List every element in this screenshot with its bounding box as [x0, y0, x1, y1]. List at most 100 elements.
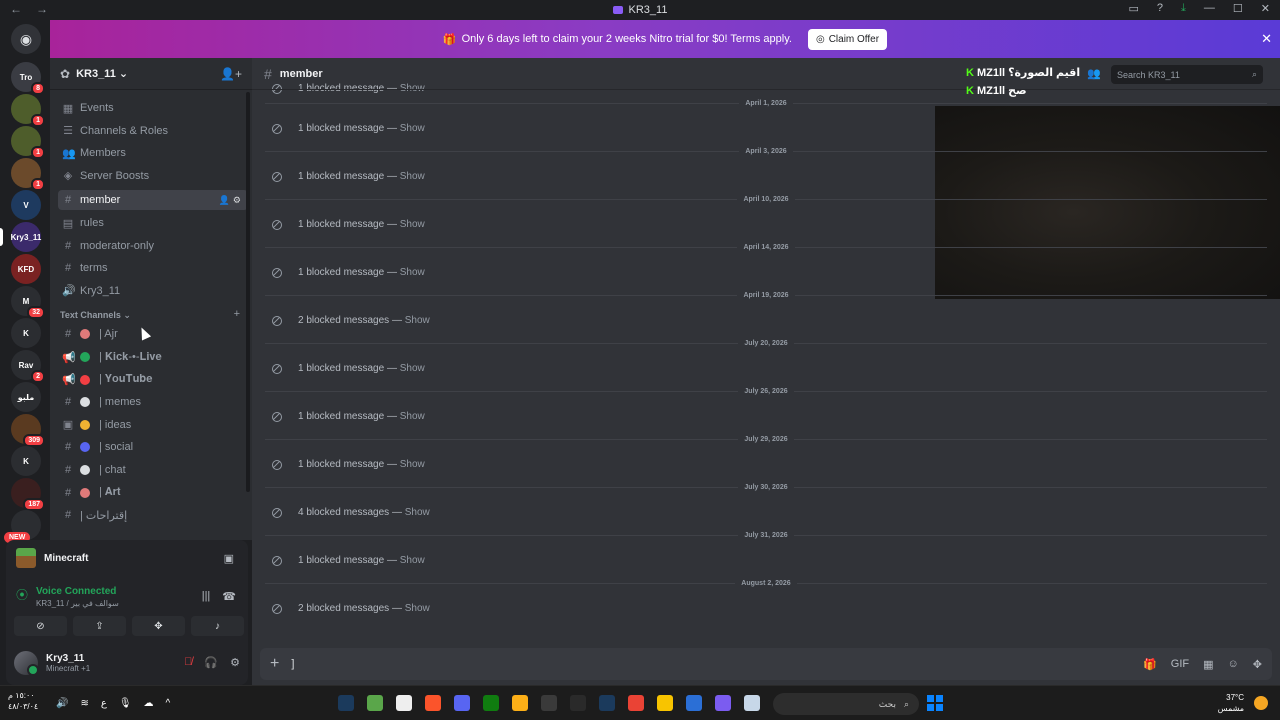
apps-icon[interactable]: ✥	[1253, 658, 1262, 671]
weather-widget[interactable]: 37°C مشمس	[1218, 692, 1244, 714]
wifi-icon[interactable]: ≋	[80, 698, 88, 709]
camera-off-button[interactable]: ⊘	[14, 616, 67, 636]
show-blocked-link[interactable]: Show	[400, 411, 425, 422]
show-blocked-link[interactable]: Show	[405, 507, 430, 518]
gift-icon[interactable]: 🎁	[1143, 658, 1157, 671]
steam-icon[interactable]	[599, 695, 615, 711]
message-input[interactable]: ]	[291, 658, 294, 670]
show-blocked-link[interactable]: Show	[400, 171, 425, 182]
show-blocked-link[interactable]: Show	[405, 603, 430, 614]
maximize-icon[interactable]: ☐	[1233, 2, 1243, 15]
server-icon[interactable]: 1	[11, 158, 45, 191]
show-blocked-link[interactable]: Show	[400, 459, 425, 470]
show-blocked-link[interactable]: Show	[400, 267, 425, 278]
capcut-icon[interactable]	[396, 695, 412, 711]
server-icon[interactable]: V	[11, 190, 41, 220]
file-explorer-icon[interactable]	[657, 695, 673, 711]
language-indicator[interactable]: ع	[101, 698, 107, 709]
server-header[interactable]: ✿ KR3_11 ⌄ 👤+	[50, 58, 252, 90]
server-icon[interactable]: NEW	[4, 510, 41, 543]
claim-offer-button[interactable]: ◎ Claim Offer	[807, 28, 888, 50]
server-icon[interactable]: Kry3_11	[11, 222, 41, 252]
channel-item[interactable]: 📢 | 𝐊𝐢𝐜𝐤-•-𝐋𝐢𝐯𝐞	[58, 347, 248, 367]
server-icon[interactable]: KFD	[11, 254, 41, 284]
avatar[interactable]	[14, 650, 39, 676]
noise-suppression-icon[interactable]: |||	[202, 590, 211, 603]
server-icon[interactable]: Tro 8	[11, 62, 45, 95]
member-list-icon[interactable]: 👥	[1087, 67, 1101, 80]
headphones-icon[interactable]: 🎧	[204, 656, 218, 669]
disconnect-icon[interactable]: ☎	[222, 590, 236, 603]
stream-icon[interactable]: ▣	[224, 552, 234, 565]
rockstar-icon[interactable]	[512, 695, 528, 711]
server-icon[interactable]: Rav 2	[11, 350, 45, 383]
xbox-icon[interactable]	[483, 695, 499, 711]
message-composer[interactable]: + ] 🎁 GIF ▦ ☺ ✥	[260, 648, 1272, 680]
server-icon[interactable]: M 32	[11, 286, 45, 319]
mic-icon[interactable]: 🎙	[119, 698, 132, 709]
back-arrow-icon[interactable]: ←	[10, 2, 22, 16]
epic-games-icon[interactable]	[570, 695, 586, 711]
tray-chevron-icon[interactable]: ^	[166, 698, 171, 709]
close-icon[interactable]: ✕	[1261, 2, 1270, 15]
show-blocked-link[interactable]: Show	[400, 219, 425, 230]
channel-item[interactable]: # | إقتراحات	[58, 505, 248, 525]
help-icon[interactable]: ?	[1157, 2, 1163, 15]
cloud-icon[interactable]: ☁	[144, 698, 154, 709]
volume-icon[interactable]: 🔊	[56, 698, 68, 709]
channel-item[interactable]: # member 👤⚙	[58, 190, 248, 211]
obs-icon[interactable]	[541, 695, 557, 711]
channel-item[interactable]: # | social	[58, 437, 248, 457]
server-menu-item[interactable]: ☰ Channels & Roles	[58, 121, 248, 141]
steam-icon[interactable]	[338, 695, 354, 711]
attach-plus-icon[interactable]: +	[270, 655, 279, 673]
brave-icon[interactable]	[425, 695, 441, 711]
settings-gear-icon[interactable]: ⚙	[230, 656, 240, 669]
channel-item[interactable]: # moderator-only	[58, 236, 248, 256]
channel-item[interactable]: # | memes	[58, 392, 248, 412]
category-text-channels[interactable]: Text Channels ⌄	[60, 310, 131, 321]
windows-start-icon[interactable]	[927, 695, 943, 711]
server-icon[interactable]: ملبو	[11, 382, 41, 412]
taskbar-search[interactable]: بحث ⌕	[773, 693, 919, 715]
download-icon[interactable]: ⤓	[1181, 2, 1186, 15]
search-input[interactable]: Search KR3_11 ⌕	[1111, 65, 1263, 84]
emoji-icon[interactable]: ☺	[1228, 658, 1239, 671]
server-menu-item[interactable]: 👥 Members	[58, 143, 248, 163]
server-icon[interactable]: 1	[11, 94, 45, 127]
copilot-icon[interactable]	[715, 695, 731, 711]
show-blocked-link[interactable]: Show	[400, 123, 425, 134]
show-blocked-link[interactable]: Show	[400, 555, 425, 566]
channel-item[interactable]: 🔊 Kry3_11	[58, 281, 248, 301]
sticker-icon[interactable]: ▦	[1203, 658, 1213, 671]
channel-settings-icon[interactable]: 👤⚙	[219, 195, 244, 206]
clock[interactable]: ١٥:٠٠ م ٤٨/٠٣/٠٤	[8, 690, 38, 712]
sidebar-scrollbar[interactable]	[246, 92, 250, 492]
channel-item[interactable]: 📢 | 𝐘𝐨𝐮𝐓𝐮𝐛𝐞	[58, 370, 248, 390]
channel-item[interactable]: # | chat	[58, 460, 248, 480]
server-menu-item[interactable]: ▦ Events	[58, 98, 248, 118]
activities-button[interactable]: ✥	[132, 616, 185, 636]
discord-home-icon[interactable]: ◉	[11, 24, 41, 54]
server-icon[interactable]: 1	[11, 126, 45, 159]
inbox-icon[interactable]: ▭	[1129, 2, 1139, 15]
minecraft-icon[interactable]	[367, 695, 383, 711]
store-icon[interactable]	[686, 695, 702, 711]
discord-icon[interactable]	[454, 695, 470, 711]
minimize-icon[interactable]: —	[1204, 2, 1215, 15]
server-icon[interactable]: 187	[11, 478, 45, 511]
mic-muted-icon[interactable]: 🎙̸	[184, 656, 192, 669]
show-blocked-link[interactable]: Show	[400, 363, 425, 374]
channel-item[interactable]: ▣ | ideas	[58, 415, 248, 435]
chrome-icon[interactable]	[628, 695, 644, 711]
channel-item[interactable]: # terms	[58, 258, 248, 278]
forward-arrow-icon[interactable]: →	[36, 2, 48, 16]
show-blocked-link[interactable]: Show	[405, 315, 430, 326]
create-channel-icon[interactable]: +	[234, 308, 240, 320]
soundboard-button[interactable]: ♪	[191, 616, 244, 636]
channel-item[interactable]: # | Ajr	[58, 324, 248, 344]
server-menu-item[interactable]: ◈ Server Boosts	[58, 166, 248, 186]
invite-icon[interactable]: 👤+	[220, 67, 242, 81]
banner-close-icon[interactable]: ✕	[1261, 31, 1272, 47]
channel-item[interactable]: # | 𝐀𝐫𝐭	[58, 483, 248, 503]
